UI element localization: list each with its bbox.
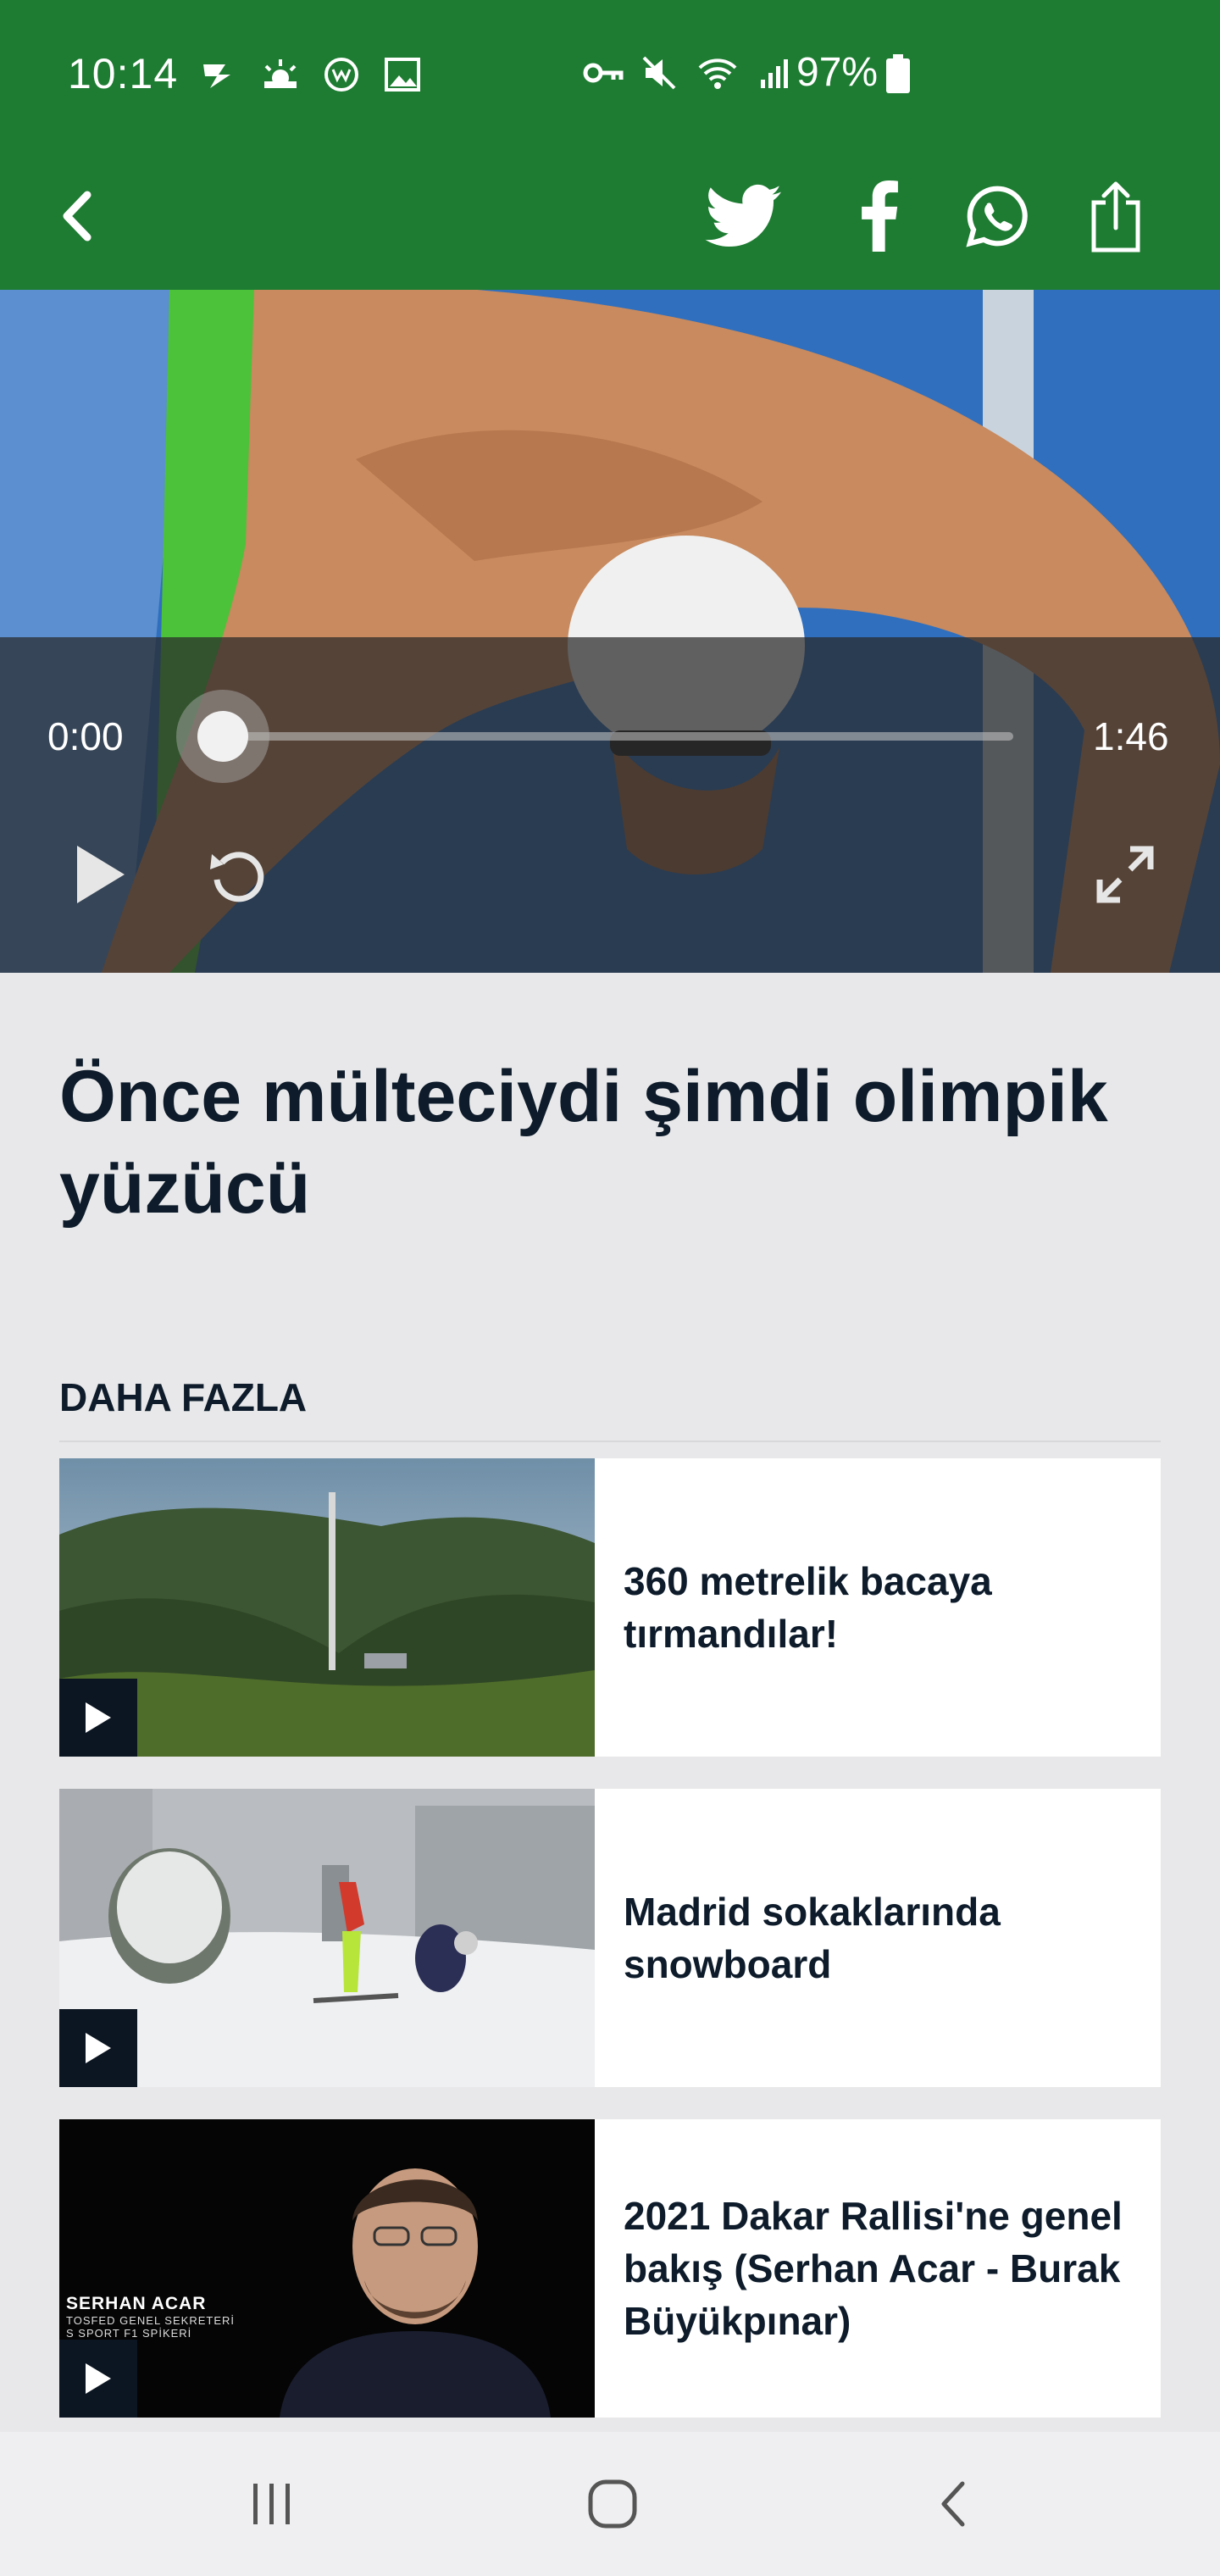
snow-thumbnail-image [59,1789,595,2087]
article-toolbar [0,146,1220,290]
play-icon [86,2033,111,2063]
system-nav-bar [0,2432,1220,2576]
share-facebook-button[interactable] [832,169,925,263]
battery-percent: 97% [796,50,879,95]
image-icon [385,58,420,92]
video-badge [59,1679,137,1757]
replay-icon [210,852,264,902]
video-current-time: 0:00 [47,714,124,758]
wifi-icon [698,58,737,89]
key-icon [583,63,624,83]
thumbnail-caption-role: S SPORT F1 SPİKERİ [66,2327,192,2340]
twitter-icon [705,184,781,247]
related-video-title: 360 metrelik bacaya tırmandılar! [624,1559,992,1656]
related-video-card[interactable]: 360 metrelik bacaya tırmandılar! [59,1458,1161,1757]
weather-icon [264,59,297,88]
home-icon [588,2479,637,2529]
seek-knob[interactable] [197,711,248,762]
related-video-title: 2021 Dakar Rallisi'ne genel bakış (Serha… [624,2194,1123,2343]
thumbnail-caption-name: SERHAN ACAR [66,2294,207,2313]
share-whatsapp-button[interactable] [951,169,1044,263]
mountain-thumbnail-image [59,1458,595,1757]
fullscreen-icon [1096,846,1154,903]
back-button[interactable] [30,169,124,263]
home-button[interactable] [566,2466,659,2542]
video-badge [59,2009,137,2087]
back-chevron-icon [63,191,92,242]
video-duration: 1:46 [1093,714,1169,758]
video-player[interactable]: 0:00 1:46 [0,290,1220,973]
related-video-card[interactable]: Madrid sokaklarında snowboard [59,1789,1161,2087]
fullscreen-button[interactable] [1084,834,1166,915]
nav-back-button[interactable] [907,2466,1000,2542]
play-icon [77,846,125,903]
related-video-card[interactable]: SERHAN ACAR TOSFED GENEL SEKRETERİ S SPO… [59,2119,1161,2418]
related-video-title: Madrid sokaklarında snowboard [624,1890,1001,1986]
video-thumbnail [59,1789,595,2087]
screen: 10:14 97% 0:00 1:46 Önce mülteciydi şimd… [0,0,1220,2576]
more-section-heading: DAHA FAZLA [59,1375,308,1419]
whatsapp-icon [966,186,1028,247]
play-icon [86,2363,111,2394]
signal-icon [761,59,788,88]
notification-icon [203,64,230,88]
mute-icon [642,56,676,90]
status-left-icons [198,56,424,93]
facebook-icon [862,180,898,252]
play-button[interactable] [59,834,141,915]
app-badge-icon [324,58,358,92]
video-seek-bar[interactable] [222,732,1013,741]
share-button[interactable] [1069,169,1162,263]
thumbnail-caption-role: TOSFED GENEL SEKRETERİ [66,2314,235,2327]
video-thumbnail: SERHAN ACAR TOSFED GENEL SEKRETERİ S SPO… [59,2119,595,2418]
battery-icon [886,54,910,93]
replay-button[interactable] [197,834,278,915]
article-title: Önce mülteciydi şimdi olimpik yüzücü [59,1056,1108,1229]
share-icon [1091,181,1140,253]
video-thumbnail [59,1458,595,1757]
play-icon [86,1702,111,1733]
recents-button[interactable] [225,2466,319,2542]
status-bar: 10:14 97% [0,0,1220,146]
video-controls-overlay [0,637,1220,973]
nav-back-icon [941,2481,965,2527]
status-right-icons [581,54,796,92]
recents-icon [253,2484,290,2524]
video-badge [59,2340,137,2418]
section-divider [59,1441,1161,1442]
status-time: 10:14 [68,50,179,97]
share-twitter-button[interactable] [696,169,790,263]
thumbnail-caption: SERHAN ACAR TOSFED GENEL SEKRETERİ S SPO… [66,2294,235,2340]
presenter-thumbnail-image [59,2119,595,2418]
